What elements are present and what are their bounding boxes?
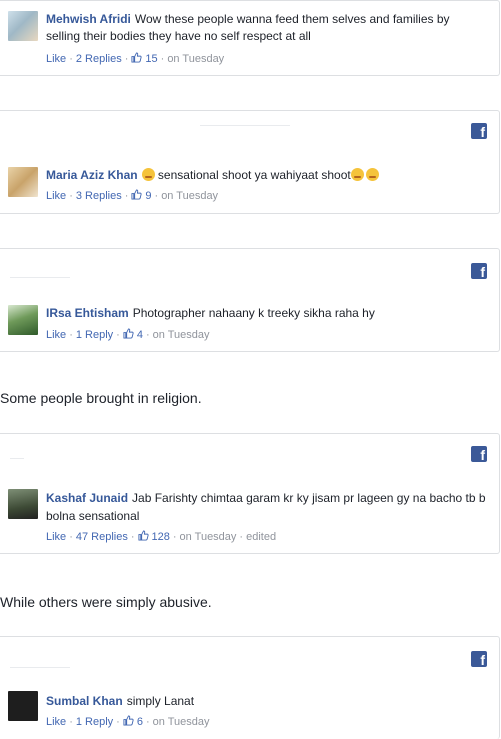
author-name[interactable]: Maria Aziz Khan — [46, 168, 138, 182]
comment-card-1: Mehwish Afridi Wow these people wanna fee… — [0, 0, 500, 76]
comment-card-2: f Maria Aziz Khan sensational shoot ya w… — [0, 110, 500, 214]
timestamp[interactable]: on Tuesday — [153, 329, 210, 341]
separator: · — [124, 53, 129, 65]
like-link[interactable]: Like — [46, 531, 66, 543]
comment-actions: Like · 47 Replies · 128 · on Tuesday · edited — [46, 530, 276, 544]
comment-body: IRsa Ehtisham Photographer nahaany k tree… — [46, 305, 486, 322]
thumbs-up-icon — [137, 530, 149, 541]
separator: · — [69, 190, 73, 202]
like-link[interactable]: Like — [46, 190, 66, 202]
separator: · — [116, 716, 120, 728]
thumbs-up-icon — [131, 52, 142, 63]
separator: · — [130, 531, 135, 543]
post-header-placeholder — [10, 667, 70, 668]
comment-card-4: f Kashaf Junaid Jab Farishty chimtaa gara… — [0, 433, 500, 554]
thumbs-up-icon — [123, 715, 134, 726]
comment-body: Kashaf Junaid Jab Farishty chimtaa garam … — [46, 489, 486, 525]
article-paragraph: While others were simply abusive. — [0, 594, 212, 610]
separator: · — [116, 329, 120, 341]
comment-actions: Like · 1 Reply · 6 · on Tuesday — [46, 715, 210, 729]
separator: · — [145, 329, 150, 341]
avatar[interactable] — [8, 167, 38, 197]
like-count[interactable]: 4 — [137, 329, 143, 341]
avatar[interactable] — [8, 489, 38, 519]
comment-text: sensational shoot ya wahiyaat shoot — [157, 168, 351, 182]
comment-actions: Like · 2 Replies · 15 · on Tuesday — [46, 52, 224, 66]
avatar[interactable] — [8, 11, 38, 41]
separator: · — [69, 716, 73, 728]
separator: · — [160, 53, 165, 65]
timestamp[interactable]: on Tuesday — [161, 190, 218, 202]
replies-link[interactable]: 1 Reply — [76, 329, 113, 341]
author-name[interactable]: Kashaf Junaid — [46, 491, 128, 505]
comment-text: Photographer nahaany k treeky sikha raha… — [132, 306, 375, 320]
separator: · — [154, 190, 159, 202]
comment-actions: Like · 3 Replies · 9 · on Tuesday — [46, 189, 218, 203]
comment-text: simply Lanat — [126, 694, 195, 708]
separator: · — [172, 531, 177, 543]
post-header-placeholder — [200, 125, 290, 126]
like-link[interactable]: Like — [46, 53, 66, 65]
timestamp[interactable]: on Tuesday — [180, 531, 237, 543]
post-header-placeholder — [10, 277, 70, 278]
comment-body: Mehwish Afridi Wow these people wanna fee… — [46, 11, 486, 45]
like-count[interactable]: 9 — [145, 190, 151, 202]
avatar[interactable] — [8, 691, 38, 721]
facebook-icon[interactable]: f — [471, 123, 487, 139]
separator: · — [69, 53, 73, 65]
timestamp[interactable]: on Tuesday — [153, 716, 210, 728]
author-name[interactable]: IRsa Ehtisham — [46, 306, 129, 320]
article-paragraph: Some people brought in religion. — [0, 390, 202, 406]
facebook-icon[interactable]: f — [471, 263, 487, 279]
separator: · — [69, 329, 73, 341]
author-name[interactable]: Sumbal Khan — [46, 694, 123, 708]
thumbs-up-icon — [123, 328, 134, 339]
avatar[interactable] — [8, 305, 38, 335]
comment-body: Maria Aziz Khan sensational shoot ya wah… — [46, 167, 486, 184]
like-count[interactable]: 128 — [152, 531, 170, 543]
separator: · — [124, 190, 129, 202]
timestamp[interactable]: on Tuesday — [167, 53, 224, 65]
separator: · — [69, 531, 73, 543]
separator: · — [145, 716, 150, 728]
comment-card-3: f IRsa Ehtisham Photographer nahaany k tr… — [0, 248, 500, 352]
comment-actions: Like · 1 Reply · 4 · on Tuesday — [46, 328, 210, 342]
post-header-placeholder — [10, 458, 24, 459]
unamused-face-emoji — [365, 168, 379, 181]
comment-body: Sumbal Khan simply Lanat — [46, 693, 486, 710]
separator: · — [239, 531, 244, 543]
unamused-face-emoji — [350, 168, 364, 181]
replies-link[interactable]: 47 Replies — [76, 531, 128, 543]
like-link[interactable]: Like — [46, 716, 66, 728]
replies-link[interactable]: 1 Reply — [76, 716, 113, 728]
like-link[interactable]: Like — [46, 329, 66, 341]
unamused-face-emoji — [141, 168, 155, 181]
replies-link[interactable]: 2 Replies — [76, 53, 122, 65]
edited-label[interactable]: edited — [246, 531, 276, 543]
author-name[interactable]: Mehwish Afridi — [46, 12, 131, 26]
facebook-icon[interactable]: f — [471, 651, 487, 667]
replies-link[interactable]: 3 Replies — [76, 190, 122, 202]
facebook-icon[interactable]: f — [471, 446, 487, 462]
like-count[interactable]: 15 — [145, 53, 157, 65]
thumbs-up-icon — [131, 189, 142, 200]
like-count[interactable]: 6 — [137, 716, 143, 728]
comment-card-5: f Sumbal Khan simply Lanat Like · 1 Reply · 6… — [0, 636, 500, 739]
